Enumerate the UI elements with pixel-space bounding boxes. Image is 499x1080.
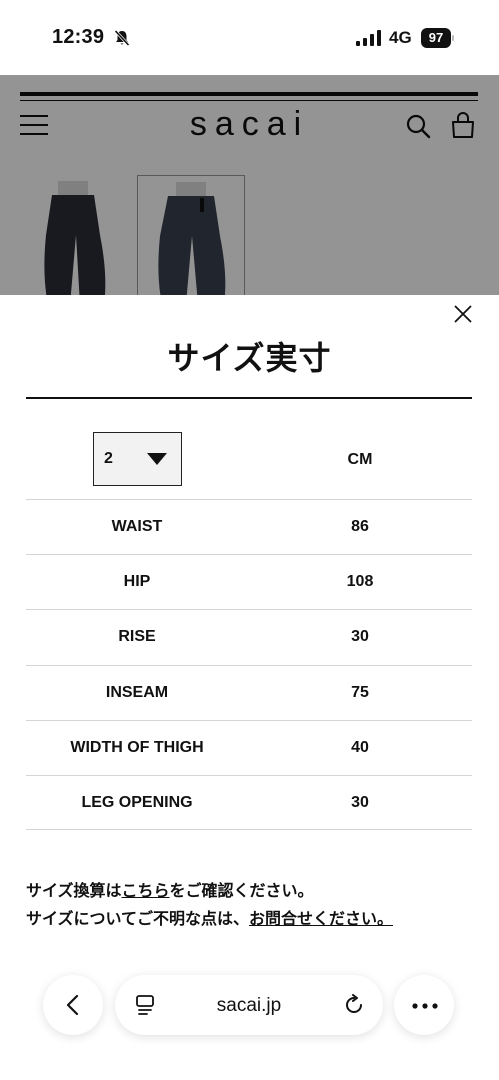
row-value: 30 [351,628,369,645]
table-row: WIDTH OF THIGH 40 [26,720,472,775]
title-divider [26,397,472,399]
row-label: HIP [123,573,151,590]
row-value: 40 [351,739,369,756]
address-bar[interactable]: sacai.jp [115,975,383,1035]
table-row: WAIST 86 [26,499,472,554]
modal-backdrop[interactable] [0,75,499,295]
size-select[interactable]: 2 [93,432,182,486]
size-select-value: 2 [104,450,113,467]
back-icon [66,994,79,1016]
contact-link[interactable]: お問合せください。 [249,911,393,928]
row-label: WIDTH OF THIGH [70,739,204,756]
more-button[interactable] [394,975,454,1035]
more-icon [412,1003,438,1009]
row-value: 75 [351,684,369,701]
battery-level: 97 [421,28,451,48]
contact-note: サイズについてご不明な点は、お問合せください。 [26,905,393,929]
size-conversion-link[interactable]: こちら [122,883,170,900]
size-chart-modal: サイズ実寸 2 CM WAIST 86 HIP 108 RISE 30 INSE… [0,295,499,1080]
row-label: WAIST [111,518,163,535]
row-label: LEG OPENING [81,794,193,811]
battery-tip [452,35,454,41]
close-icon[interactable] [452,303,474,325]
network-label: 4G [389,28,412,47]
row-label: INSEAM [105,684,169,701]
note-text: をご確認ください。 [169,883,314,900]
signal-icon [356,30,381,46]
bell-muted-icon [114,29,130,47]
note-text: サイズについてご不明な点は、 [26,911,250,928]
reload-icon[interactable] [343,994,365,1016]
table-row: RISE 30 [26,609,472,664]
battery-icon: 97 [421,28,454,48]
status-time: 12:39 [52,26,105,48]
size-conversion-note: サイズ換算はこちらをご確認ください。 [26,877,314,901]
row-value: 30 [351,794,369,811]
table-row: INSEAM 75 [26,665,472,720]
note-text: サイズ換算は [26,883,122,900]
chevron-down-icon [147,453,167,465]
back-button[interactable] [43,975,103,1035]
modal-title: サイズ実寸 [167,340,332,376]
status-bar: 12:39 4G 97 [0,0,499,75]
table-row: HIP 108 [26,554,472,609]
table-row: LEG OPENING 30 [26,775,472,830]
row-label: RISE [118,628,156,645]
unit-header: CM [347,451,373,468]
row-value: 108 [346,573,374,590]
browser-toolbar: sacai.jp [0,975,499,1040]
row-value: 86 [351,518,369,535]
